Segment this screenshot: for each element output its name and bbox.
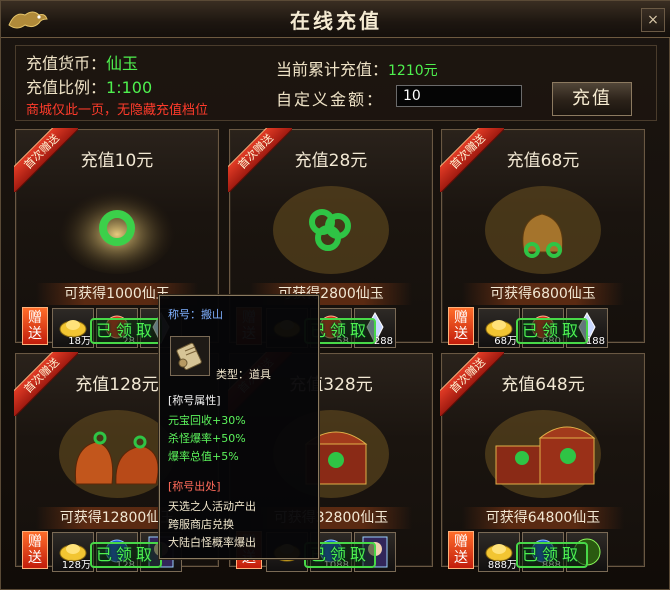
- currency-label: 充值货币：仙玉: [26, 50, 138, 74]
- custom-amount-input[interactable]: [396, 85, 522, 107]
- tooltip-attr: 爆率总值+5%: [168, 450, 239, 463]
- tooltip-source-header: [称号出处]: [168, 480, 221, 493]
- total-value: 1210元: [388, 63, 438, 79]
- custom-amount-label: 自定义金额：: [276, 90, 385, 109]
- tooltip-attr: 元宝回收+30%: [168, 414, 246, 427]
- reward-visual-icon: [56, 174, 178, 274]
- card-title: 充值28元: [294, 151, 368, 171]
- reward-slot[interactable]: 888万: [478, 532, 520, 572]
- slot-count: 188: [585, 336, 605, 347]
- slot-count: 18万: [68, 336, 91, 347]
- title-bar: 在线充值 ×: [1, 1, 670, 38]
- tooltip-source: 大陆白怪概率爆出: [168, 536, 256, 549]
- tooltip-source: 跨服商店兑换: [168, 518, 234, 531]
- slot-count: 288: [373, 336, 393, 347]
- reward-slot[interactable]: 128万: [52, 532, 94, 572]
- gift-badge: 赠送: [448, 531, 474, 569]
- tooltip-source: 天选之人活动产出: [168, 500, 256, 513]
- reward-visual-icon: [482, 398, 604, 498]
- recharge-info-panel: 充值货币：仙玉 充值比例：1:100 商城仅此一页，无隐藏充值档位 当前累计充值…: [15, 45, 657, 121]
- close-button[interactable]: ×: [641, 8, 665, 32]
- reward-visual-icon: [482, 174, 604, 274]
- card-gain: 可获得6800仙玉: [462, 283, 624, 305]
- ratio-value: 1:100: [106, 78, 153, 97]
- scroll-icon: [170, 336, 210, 376]
- recharge-card[interactable]: 首次赠送充值648元可获得64800仙玉赠送888万888已领取: [440, 352, 645, 572]
- ratio-label: 充值比例：1:100: [26, 74, 152, 98]
- reward-slot[interactable]: 18万: [52, 308, 94, 348]
- total-recharge: 当前累计充值：1210元: [276, 56, 438, 80]
- claimed-stamp: 已领取: [516, 542, 588, 568]
- claimed-stamp: 已领取: [90, 318, 162, 344]
- tooltip-attr: 杀怪爆率+50%: [168, 432, 246, 445]
- recharge-button[interactable]: 充值: [552, 82, 632, 116]
- item-tooltip: 称号：搬山 类型：道具 [称号属性] 元宝回收+30% 杀怪爆率+50% 爆率总…: [159, 295, 319, 559]
- gift-badge: 赠送: [448, 307, 474, 345]
- gift-badge: 赠送: [22, 307, 48, 345]
- reward-visual-icon: [270, 174, 392, 274]
- gift-badge: 赠送: [22, 531, 48, 569]
- recharge-card[interactable]: 首次赠送充值68元可获得6800仙玉赠送68万680188已领取: [440, 128, 645, 348]
- slot-count: 128万: [61, 560, 91, 571]
- window-title: 在线充值: [290, 9, 382, 33]
- tooltip-attr-header: [称号属性]: [168, 394, 221, 407]
- recharge-window: 在线充值 × 充值货币：仙玉 充值比例：1:100 商城仅此一页，无隐藏充值档位…: [0, 0, 670, 590]
- tooltip-name: 称号：搬山: [168, 308, 223, 321]
- reward-slot[interactable]: 68万: [478, 308, 520, 348]
- tooltip-type: 类型：道具: [216, 368, 271, 381]
- ratio-label-text: 充值比例：: [26, 78, 107, 97]
- total-label: 当前累计充值：: [276, 60, 389, 79]
- card-title: 充值648元: [501, 375, 585, 395]
- card-title: 充值10元: [80, 151, 154, 171]
- claimed-stamp: 已领取: [516, 318, 588, 344]
- notice-text: 商城仅此一页，无隐藏充值档位: [26, 103, 209, 118]
- currency-value: 仙玉: [106, 54, 139, 73]
- slot-count: 68万: [494, 336, 517, 347]
- slot-count: 888万: [487, 560, 517, 571]
- currency-label-text: 充值货币：: [26, 54, 107, 73]
- card-gain: 可获得64800仙玉: [462, 507, 624, 529]
- card-title: 充值68元: [506, 151, 580, 171]
- claimed-stamp: 已领取: [90, 542, 162, 568]
